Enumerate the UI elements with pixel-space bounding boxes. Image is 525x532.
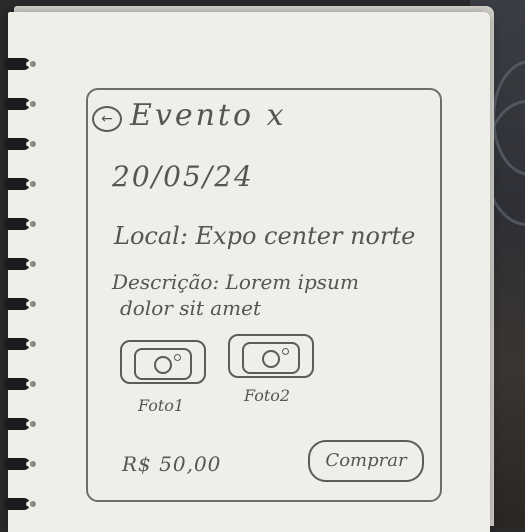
buy-button[interactable]: Comprar	[308, 440, 424, 482]
notebook-spiral	[0, 40, 36, 520]
ticket-price: R$ 50,00	[122, 452, 222, 476]
event-description-line-1: Descrição: Lorem ipsum	[112, 270, 359, 294]
back-arrow-icon[interactable]: ←	[92, 106, 122, 132]
event-title: Evento x	[130, 98, 287, 133]
photo-2-label: Foto2	[244, 386, 291, 405]
event-location: Local: Expo center norte	[114, 222, 416, 250]
photo-1-frame[interactable]	[120, 340, 206, 384]
photo-2-frame[interactable]	[228, 334, 314, 378]
camera-icon	[242, 342, 300, 374]
event-date: 20/05/24	[112, 160, 254, 193]
camera-icon	[134, 348, 192, 380]
event-description-line-2: dolor sit amet	[120, 296, 262, 320]
photo-1-label: Foto1	[138, 396, 185, 415]
